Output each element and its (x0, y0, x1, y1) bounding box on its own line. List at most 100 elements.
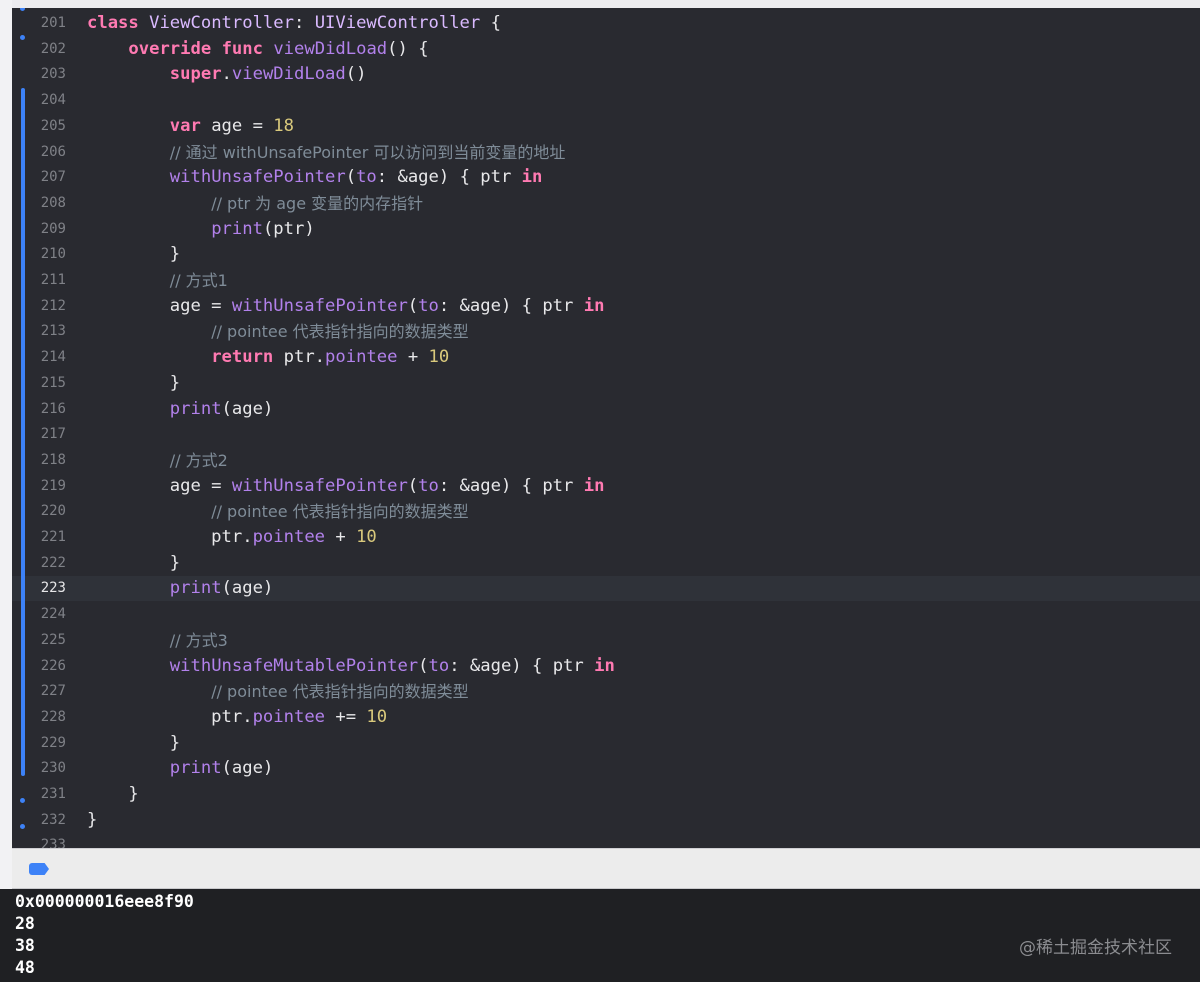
code-line[interactable]: 214 return ptr.pointee + 10 (12, 345, 1200, 370)
code-token: in (583, 475, 605, 496)
code-text: var age = 18 (87, 116, 294, 137)
code-token: ( (407, 475, 419, 496)
console-line: 0x000000016eee8f90 (15, 892, 194, 911)
code-token: += (325, 706, 367, 727)
code-line[interactable]: 207 withUnsafePointer(to: &age) { ptr in (12, 165, 1200, 190)
code-line[interactable]: 217 (12, 422, 1200, 447)
line-number: 224 (40, 606, 66, 623)
line-number: 217 (40, 426, 66, 443)
code-token: } (87, 784, 139, 804)
code-token: func (221, 38, 263, 59)
code-token: to (418, 295, 439, 316)
code-token: ( (345, 167, 357, 188)
code-token: in (583, 295, 605, 316)
code-text: // 方式2 (87, 450, 228, 472)
code-line[interactable]: 212 age = withUnsafePointer(to: &age) { … (12, 294, 1200, 319)
code-token: class (87, 13, 139, 33)
code-line[interactable]: 228 ptr.pointee += 10 (12, 705, 1200, 730)
code-line[interactable]: 211 // 方式1 (12, 268, 1200, 293)
line-number: 226 (40, 657, 66, 674)
code-text: age = withUnsafePointer(to: &age) { ptr … (87, 475, 605, 497)
code-text: // pointee 代表指针指向的数据类型 (87, 501, 468, 523)
code-line[interactable]: 231 } (12, 782, 1200, 807)
code-line[interactable]: 210 } (12, 242, 1200, 267)
code-token: print (169, 578, 222, 599)
code-line[interactable]: 205 var age = 18 (12, 114, 1200, 139)
code-line[interactable]: 223 print(age) (12, 576, 1200, 602)
code-text: // pointee 代表指针指向的数据类型 (87, 321, 468, 343)
change-indicator (21, 88, 25, 776)
code-token: return (211, 347, 274, 368)
code-line[interactable]: 204 (12, 88, 1200, 113)
code-line[interactable]: 230 print(age) (12, 756, 1200, 781)
line-number: 214 (40, 349, 66, 366)
code-token: : &age) { ptr (449, 655, 595, 676)
code-line[interactable]: 208 // ptr 为 age 变量的内存指针 (12, 191, 1200, 216)
code-text: return ptr.pointee + 10 (87, 347, 449, 368)
code-token: age = (87, 295, 232, 316)
code-line[interactable]: 202 override func viewDidLoad() { (12, 37, 1200, 62)
code-line[interactable]: 206 // 通过 withUnsafePointer 可以访问到当前变量的地址 (12, 140, 1200, 165)
code-token: in (594, 655, 615, 676)
code-line[interactable]: 201 class ViewController: UIViewControlle… (12, 11, 1200, 36)
code-line[interactable]: 220 // pointee 代表指针指向的数据类型 (12, 499, 1200, 524)
code-line[interactable]: 227 // pointee 代表指针指向的数据类型 (12, 679, 1200, 704)
code-token: ptr. (87, 527, 253, 547)
code-token: to (428, 655, 450, 676)
code-token: ptr. (273, 347, 326, 368)
code-line[interactable]: 229 } (12, 731, 1200, 756)
code-line[interactable]: 224 (12, 602, 1200, 627)
code-line[interactable]: 221 ptr.pointee + 10 (12, 525, 1200, 550)
debug-bar (12, 848, 1200, 889)
code-line[interactable]: 225 // 方式3 (12, 628, 1200, 653)
code-token: : (293, 13, 315, 33)
code-line[interactable]: 203 super.viewDidLoad() (12, 62, 1200, 87)
code-line[interactable]: 233 (12, 833, 1200, 848)
line-number: 209 (40, 220, 66, 237)
code-token: } (87, 244, 181, 265)
gutter-marker-icon (20, 35, 25, 40)
code-token: print (211, 218, 263, 239)
line-number: 203 (40, 66, 66, 83)
code-text: // pointee 代表指针指向的数据类型 (87, 681, 468, 703)
code-text: withUnsafeMutablePointer(to: &age) { ptr… (87, 656, 615, 677)
code-token: (age) (221, 758, 274, 779)
code-token: (age) (221, 578, 274, 599)
line-number: 225 (40, 631, 66, 648)
code-token: } (87, 732, 181, 753)
code-line[interactable]: 226 withUnsafeMutablePointer(to: &age) {… (12, 654, 1200, 679)
code-line[interactable]: 232} (12, 808, 1200, 833)
code-line[interactable]: 219 age = withUnsafePointer(to: &age) { … (12, 474, 1200, 499)
gutter-marker-icon (20, 798, 25, 803)
line-number: 213 (40, 323, 66, 340)
debug-area-toggle-icon[interactable] (29, 863, 49, 875)
code-line[interactable]: 215 } (12, 371, 1200, 396)
code-text: super.viewDidLoad() (87, 64, 367, 85)
code-editor[interactable]: 201 class ViewController: UIViewControlle… (12, 8, 1200, 848)
code-text: } (87, 784, 139, 805)
code-token: } (87, 809, 98, 830)
line-number: 206 (40, 143, 66, 160)
gutter-marker-icon (20, 824, 25, 829)
line-number: 228 (40, 708, 66, 725)
code-line[interactable]: 222 } (12, 551, 1200, 576)
code-token: viewDidLoad (273, 38, 388, 59)
code-line[interactable]: 218 // 方式2 (12, 448, 1200, 473)
code-token: ( (407, 295, 419, 316)
code-line[interactable]: 216 print(age) (12, 397, 1200, 422)
line-number: 222 (40, 554, 66, 571)
line-number: 204 (40, 92, 66, 109)
window-top-edge (0, 0, 1200, 8)
code-line[interactable]: 209 print(ptr) (12, 217, 1200, 242)
console-output[interactable]: 0x000000016eee8f90 28 38 48 @稀土掘金技术社区 (0, 889, 1200, 982)
code-token: // 方式2 (169, 450, 228, 470)
code-token: (ptr) (262, 218, 315, 239)
code-line[interactable]: 213 // pointee 代表指针指向的数据类型 (12, 319, 1200, 344)
code-text: // 方式3 (87, 630, 228, 652)
